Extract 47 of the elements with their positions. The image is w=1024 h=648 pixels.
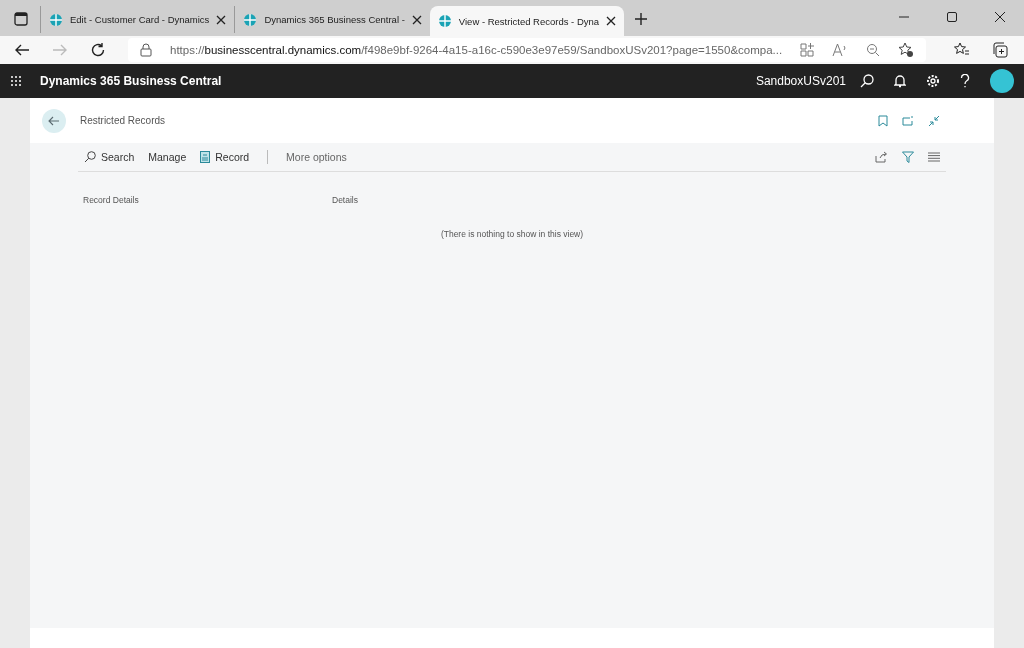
add-favorite-icon[interactable] bbox=[898, 42, 915, 58]
browser-tab[interactable]: View - Restricted Records - Dyna bbox=[429, 6, 625, 36]
app-title: Dynamics 365 Business Central bbox=[40, 74, 222, 88]
list-view-icon[interactable] bbox=[928, 152, 940, 162]
site-logo-icon bbox=[49, 12, 63, 27]
collections-icon[interactable] bbox=[992, 42, 1009, 58]
favorites-icon[interactable] bbox=[954, 42, 971, 58]
close-icon[interactable] bbox=[411, 14, 422, 25]
action-button[interactable]: More options bbox=[286, 151, 347, 163]
site-logo-icon bbox=[437, 14, 452, 28]
back-arrow-icon bbox=[48, 114, 60, 127]
browser-tab[interactable]: Edit - Customer Card - Dynamics bbox=[40, 6, 235, 33]
refresh-icon[interactable] bbox=[90, 42, 106, 58]
empty-list-message: (There is nothing to show in this view) bbox=[439, 229, 585, 239]
app-launcher-icon[interactable] bbox=[10, 75, 22, 87]
tab-actions-icon[interactable] bbox=[14, 12, 28, 26]
lock-icon bbox=[140, 43, 152, 57]
address-bar[interactable]: https://businesscentral.dynamics.com/f498e9bf-9264-4a15-a16c-c590e3e97e59/SandboxUSv201?page=1550&compa... bbox=[128, 38, 927, 62]
read-aloud-icon[interactable] bbox=[832, 43, 849, 57]
share-icon[interactable] bbox=[875, 151, 888, 163]
apps-icon[interactable] bbox=[800, 43, 815, 57]
close-icon[interactable] bbox=[995, 12, 1005, 22]
search-icon[interactable] bbox=[860, 74, 874, 88]
close-icon[interactable] bbox=[606, 16, 617, 26]
maximize-icon[interactable] bbox=[947, 12, 957, 22]
column-header[interactable]: Record Details bbox=[83, 195, 332, 205]
filter-icon[interactable] bbox=[902, 151, 914, 163]
action-button[interactable]: Manage bbox=[148, 151, 187, 163]
document-icon bbox=[200, 151, 211, 163]
bell-icon[interactable] bbox=[894, 74, 906, 88]
page-title: Restricted Records bbox=[80, 115, 166, 126]
search-icon bbox=[84, 151, 96, 163]
column-header[interactable]: Details bbox=[332, 195, 581, 205]
zoom-out-icon[interactable] bbox=[866, 43, 881, 57]
environment-name[interactable]: SandboxUSv201 bbox=[755, 74, 846, 88]
help-icon[interactable] bbox=[960, 74, 970, 88]
user-avatar-icon[interactable] bbox=[990, 69, 1014, 93]
back-arrow-icon[interactable] bbox=[14, 42, 30, 58]
new-tab-icon[interactable] bbox=[634, 12, 649, 26]
close-icon[interactable] bbox=[216, 14, 227, 25]
site-logo-icon bbox=[243, 12, 258, 27]
collapse-icon[interactable] bbox=[928, 114, 940, 127]
action-button[interactable]: Record bbox=[200, 151, 250, 163]
bookmark-icon[interactable] bbox=[878, 114, 888, 127]
browser-tab[interactable]: Dynamics 365 Business Central - bbox=[234, 6, 430, 33]
action-button[interactable]: Search bbox=[84, 151, 135, 163]
settings-icon[interactable] bbox=[926, 74, 940, 88]
